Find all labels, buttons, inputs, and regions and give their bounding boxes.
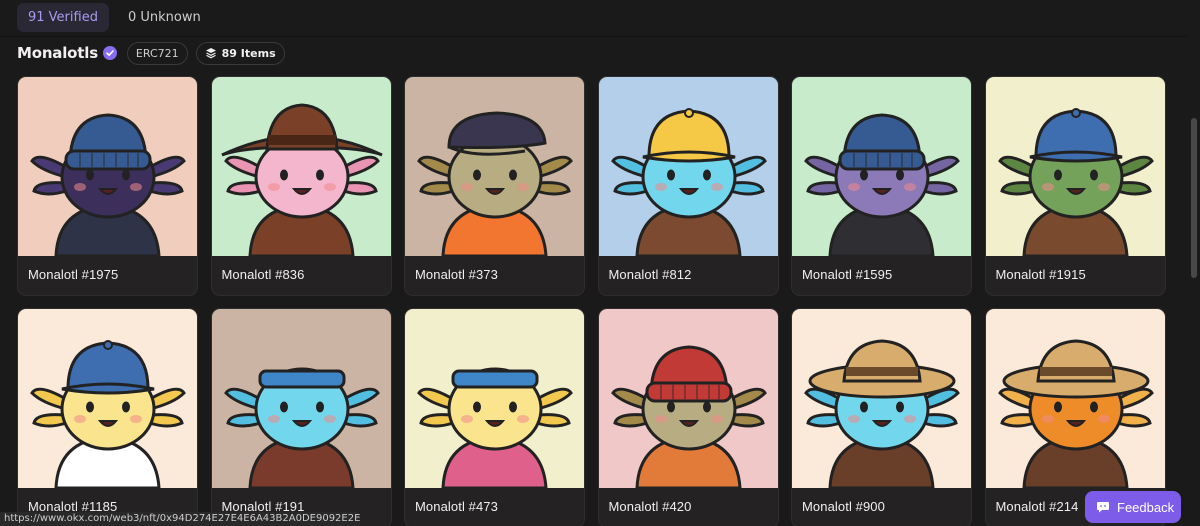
nft-card[interactable]: Monalotl #373 bbox=[404, 76, 585, 296]
nft-name: Monalotl #812 bbox=[608, 267, 692, 282]
standard-chip: ERC721 bbox=[126, 41, 188, 65]
nft-image[interactable] bbox=[598, 77, 778, 256]
nft-name: Monalotl #373 bbox=[415, 267, 498, 282]
nft-card[interactable]: Monalotl #420 bbox=[597, 308, 779, 526]
scrollbar[interactable] bbox=[1188, 0, 1200, 526]
nft-card[interactable]: Monalotl #1595 bbox=[791, 76, 972, 296]
nft-image[interactable] bbox=[18, 309, 197, 488]
nft-card[interactable]: Monalotl #1185 bbox=[17, 308, 198, 526]
nft-image[interactable] bbox=[985, 309, 1165, 488]
nft-image[interactable] bbox=[18, 77, 197, 256]
verified-badge-icon bbox=[102, 46, 117, 60]
nft-image[interactable] bbox=[211, 309, 391, 488]
layers-icon bbox=[205, 48, 216, 59]
items-count-chip: 89 Items bbox=[195, 41, 285, 65]
nft-image[interactable] bbox=[405, 309, 584, 488]
items-count-label: 89 Items bbox=[221, 46, 276, 60]
nft-image[interactable] bbox=[405, 77, 584, 256]
nft-card[interactable]: Monalotl #473 bbox=[404, 308, 585, 526]
feedback-button[interactable]: Feedback bbox=[1085, 491, 1181, 523]
nft-name: Monalotl #214 bbox=[995, 499, 1079, 514]
nft-name: Monalotl #1915 bbox=[995, 267, 1086, 282]
nft-card[interactable]: Monalotl #1975 bbox=[17, 76, 198, 296]
nft-name: Monalotl #473 bbox=[415, 499, 498, 514]
nft-card[interactable]: Monalotl #900 bbox=[791, 308, 972, 526]
feedback-icon bbox=[1097, 502, 1109, 513]
nft-image[interactable] bbox=[985, 77, 1165, 256]
filter-tabs: 91 Verified 0 Unknown bbox=[17, 3, 212, 32]
collection-header: Monalotls ERC721 89 Items bbox=[17, 41, 285, 65]
nft-name: Monalotl #900 bbox=[802, 499, 885, 514]
nft-image[interactable] bbox=[211, 77, 391, 256]
nft-card[interactable]: Monalotl #191 bbox=[210, 308, 392, 526]
status-url: https://www.okx.com/web3/nft/0x94D274E27… bbox=[0, 512, 360, 526]
divider bbox=[0, 36, 1200, 37]
feedback-label: Feedback bbox=[1117, 499, 1175, 515]
nft-name: Monalotl #420 bbox=[608, 499, 692, 514]
nft-name: Monalotl #1595 bbox=[802, 267, 893, 282]
nft-image[interactable] bbox=[792, 77, 971, 256]
nft-name: Monalotl #1975 bbox=[28, 267, 119, 282]
nft-card[interactable]: Monalotl #836 bbox=[210, 76, 392, 296]
tab-unknown[interactable]: 0 Unknown bbox=[117, 3, 212, 32]
nft-name: Monalotl #836 bbox=[221, 267, 305, 282]
tab-verified[interactable]: 91 Verified bbox=[17, 3, 109, 32]
nft-image[interactable] bbox=[792, 309, 971, 488]
scrollbar-thumb[interactable] bbox=[1191, 118, 1197, 278]
nft-card[interactable]: Monalotl #812 bbox=[597, 76, 779, 296]
nft-image[interactable] bbox=[598, 309, 778, 488]
collection-name[interactable]: Monalotls bbox=[17, 44, 98, 62]
nft-card[interactable]: Monalotl #1915 bbox=[984, 76, 1166, 296]
